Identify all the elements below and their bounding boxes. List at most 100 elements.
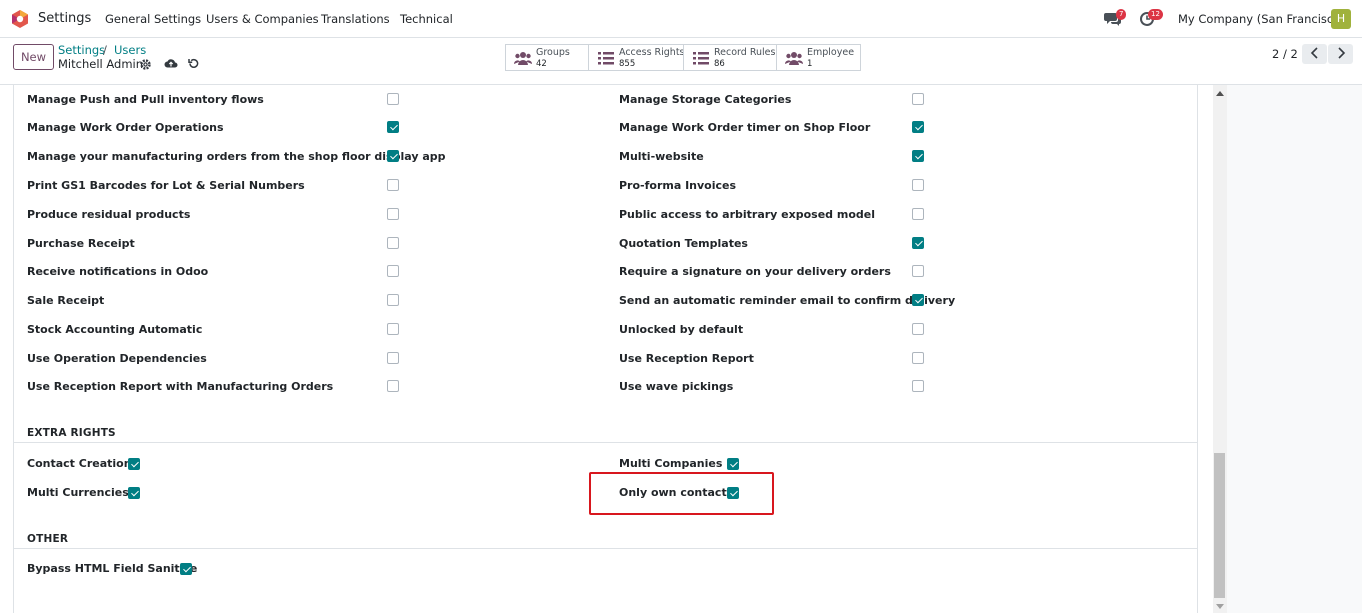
right-checkbox[interactable] [387,179,399,191]
section-title-extra-rights: EXTRA RIGHTS [27,427,116,439]
right-label: Receive notifications in Odoo [27,265,209,278]
smart-button-record-rules[interactable]: Record Rules 86 [683,44,777,71]
messages-badge: 7 [1116,9,1127,20]
extra-right-checkbox[interactable] [128,487,140,499]
chatter-panel [1227,85,1362,613]
smart-button-access-rights[interactable]: Access Rights 855 [588,44,685,71]
users-icon [785,52,803,65]
top-navbar: Settings General Settings Users & Compan… [0,0,1362,38]
right-checkbox[interactable] [912,323,924,335]
right-label: Print GS1 Barcodes for Lot & Serial Numb… [27,179,305,192]
right-checkbox[interactable] [912,237,924,249]
odoo-app-icon[interactable] [10,9,30,29]
right-checkbox[interactable] [387,150,399,162]
record-name: Mitchell Admin [58,57,144,71]
right-label: Sale Receipt [27,294,105,307]
discard-undo-icon[interactable] [187,57,200,70]
right-label: Purchase Receipt [27,237,135,250]
right-label: Public access to arbitrary exposed model [619,208,875,221]
groups-label: Groups [536,47,570,58]
access-rights-count: 855 [619,59,636,69]
smart-button-groups[interactable]: Groups 42 [505,44,589,71]
right-label: Manage Work Order timer on Shop Floor [619,121,871,134]
right-checkbox[interactable] [387,380,399,392]
right-checkbox[interactable] [387,265,399,277]
user-avatar[interactable]: H [1331,9,1351,29]
other-right-checkbox[interactable] [180,563,192,575]
right-label: Produce residual products [27,208,191,221]
right-label: Manage your manufacturing orders from th… [27,150,446,163]
extra-right-label: Contact Creation [27,457,132,470]
right-label: Manage Work Order Operations [27,121,224,134]
form-sheet: Manage Push and Pull inventory flows Man… [0,85,1213,613]
right-label: Require a signature on your delivery ord… [619,265,891,278]
extra-right-label: Multi Companies [619,457,723,470]
breadcrumb-settings[interactable]: Settings [58,43,105,57]
pager-next-button[interactable] [1328,44,1353,64]
record-rules-count: 86 [714,59,725,69]
right-checkbox[interactable] [912,150,924,162]
extra-right-checkbox[interactable] [727,458,739,470]
smart-button-employee[interactable]: Employee 1 [776,44,861,71]
right-checkbox[interactable] [912,265,924,277]
users-icon [514,52,532,65]
right-checkbox[interactable] [912,380,924,392]
record-rules-label: Record Rules [714,47,776,58]
access-rights-label: Access Rights [619,47,685,58]
sheet-left-border [13,85,14,613]
right-label: Use wave pickings [619,380,734,393]
right-checkbox[interactable] [912,179,924,191]
right-label: Use Reception Report [619,352,754,365]
right-label: Use Operation Dependencies [27,352,207,365]
right-checkbox[interactable] [387,121,399,133]
section-divider [14,548,1197,549]
right-checkbox[interactable] [912,352,924,364]
menu-users-companies[interactable]: Users & Companies [206,12,319,26]
right-label: Stock Accounting Automatic [27,323,203,336]
section-title-other: OTHER [27,533,69,545]
activities-badge: 12 [1148,9,1163,20]
menu-technical[interactable]: Technical [400,12,453,26]
right-label: Use Reception Report with Manufacturing … [27,380,334,393]
right-label: Pro-forma Invoices [619,179,737,192]
gear-icon[interactable] [139,58,152,71]
right-checkbox[interactable] [387,294,399,306]
list-icon [693,52,709,65]
menu-translations[interactable]: Translations [321,12,390,26]
new-button[interactable]: New [13,44,54,70]
cloud-upload-icon[interactable] [164,57,178,70]
list-icon [598,52,614,65]
right-checkbox[interactable] [387,93,399,105]
other-right-label: Bypass HTML Field Sanitize [27,562,198,575]
scroll-down-arrow-icon[interactable] [1216,604,1224,609]
menu-general-settings[interactable]: General Settings [105,12,201,26]
pager-value[interactable]: 2 / 2 [1272,47,1298,61]
breadcrumb-separator: / [103,43,107,57]
right-label: Quotation Templates [619,237,748,250]
right-checkbox[interactable] [912,208,924,220]
right-checkbox[interactable] [912,93,924,105]
pager-previous-button[interactable] [1302,44,1327,64]
company-switcher[interactable]: My Company (San Francisco) [1178,12,1345,26]
right-checkbox[interactable] [912,121,924,133]
app-name[interactable]: Settings [38,11,91,26]
groups-count: 42 [536,59,547,69]
chevron-left-icon [1310,46,1318,59]
extra-right-label: Multi Currencies [27,486,129,499]
right-checkbox[interactable] [387,352,399,364]
right-checkbox[interactable] [387,323,399,335]
right-checkbox[interactable] [387,237,399,249]
right-checkbox[interactable] [912,294,924,306]
sheet-right-border [1197,85,1198,613]
right-label: Multi-website [619,150,704,163]
employee-label: Employee [807,47,855,58]
scrollbar-thumb[interactable] [1214,453,1225,598]
extra-right-checkbox[interactable] [128,458,140,470]
chevron-right-icon [1337,46,1345,59]
right-label: Unlocked by default [619,323,744,336]
right-label: Manage Storage Categories [619,93,792,106]
right-checkbox[interactable] [387,208,399,220]
highlight-annotation-box [589,472,774,515]
breadcrumb-users[interactable]: Users [114,43,146,57]
scroll-up-arrow-icon[interactable] [1216,91,1224,96]
